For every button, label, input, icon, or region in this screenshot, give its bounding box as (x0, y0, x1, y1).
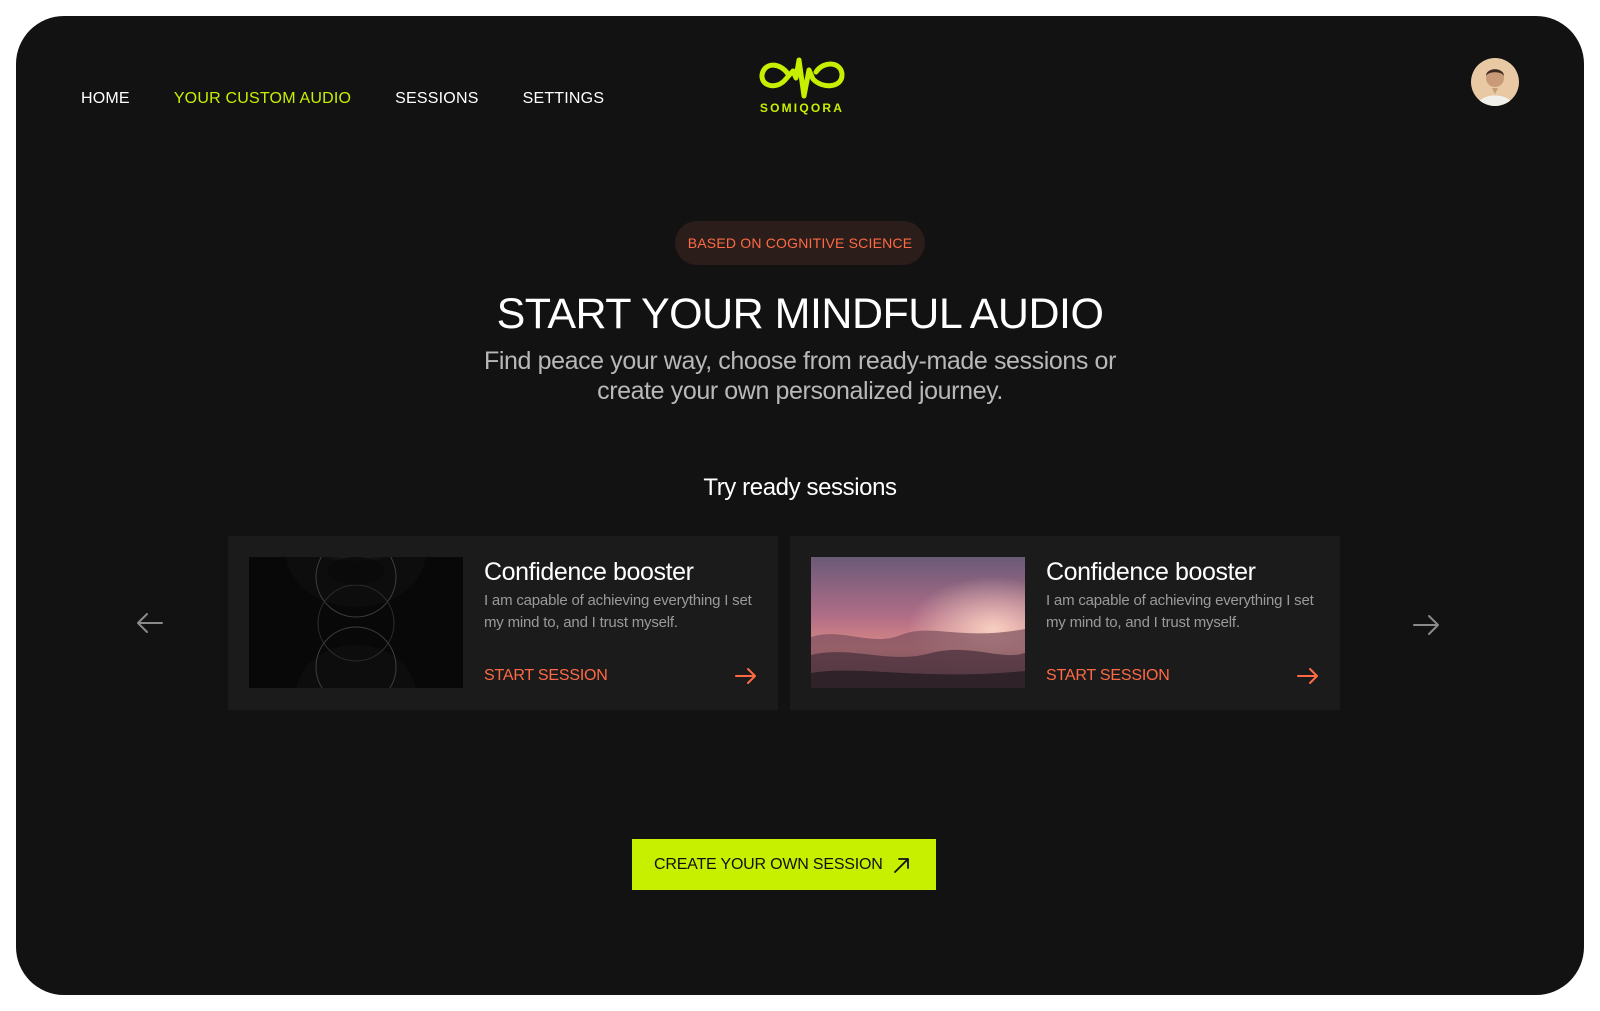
session-card: Confidence booster I am capable of achie… (790, 536, 1340, 710)
app-window: HOME YOUR CUSTOM AUDIO SESSIONS SETTINGS… (16, 16, 1584, 995)
nav-item-settings[interactable]: SETTINGS (523, 88, 605, 110)
carousel-prev-button[interactable] (130, 603, 170, 643)
brand-name: SOMIQORA (759, 101, 845, 115)
brand-logo[interactable]: SOMIQORA (756, 50, 848, 115)
session-description: I am capable of achieving everything I s… (1046, 592, 1314, 631)
start-session-button[interactable]: START SESSION (1046, 664, 1320, 688)
infinity-pulse-icon (759, 57, 845, 99)
session-thumbnail (811, 557, 1025, 688)
nav-item-sessions[interactable]: SESSIONS (395, 88, 478, 110)
arrow-right-icon (1413, 615, 1439, 635)
arrow-up-right-icon (894, 858, 909, 873)
create-own-session-label: CREATE YOUR OWN SESSION (654, 856, 883, 873)
user-avatar[interactable] (1471, 58, 1519, 106)
sessions-heading: Try ready sessions (703, 474, 897, 501)
nav-item-your-custom-audio[interactable]: YOUR CUSTOM AUDIO (174, 88, 351, 110)
page-title: START YOUR MINDFUL AUDIO (496, 290, 1104, 338)
avatar-image (1471, 58, 1519, 106)
arrow-right-icon (1297, 668, 1318, 684)
session-thumbnail (249, 557, 463, 688)
main-nav: HOME YOUR CUSTOM AUDIO SESSIONS SETTINGS (81, 88, 604, 110)
start-session-label: START SESSION (484, 667, 608, 684)
page-subtitle: Find peace your way, choose from ready-m… (483, 347, 1116, 405)
nav-item-home[interactable]: HOME (81, 88, 130, 110)
arrow-right-icon (735, 668, 756, 684)
session-description: I am capable of achieving everything I s… (484, 592, 752, 631)
session-title: Confidence booster (484, 558, 694, 586)
session-title: Confidence booster (1046, 558, 1256, 586)
science-badge: BASED ON COGNITIVE SCIENCE (675, 221, 925, 265)
arrow-left-icon (137, 613, 163, 633)
session-card: Confidence booster I am capable of achie… (228, 536, 778, 710)
start-session-button[interactable]: START SESSION (484, 664, 758, 688)
create-own-session-button[interactable]: CREATE YOUR OWN SESSION (632, 839, 936, 890)
start-session-label: START SESSION (1046, 667, 1170, 684)
carousel-next-button[interactable] (1406, 605, 1446, 645)
